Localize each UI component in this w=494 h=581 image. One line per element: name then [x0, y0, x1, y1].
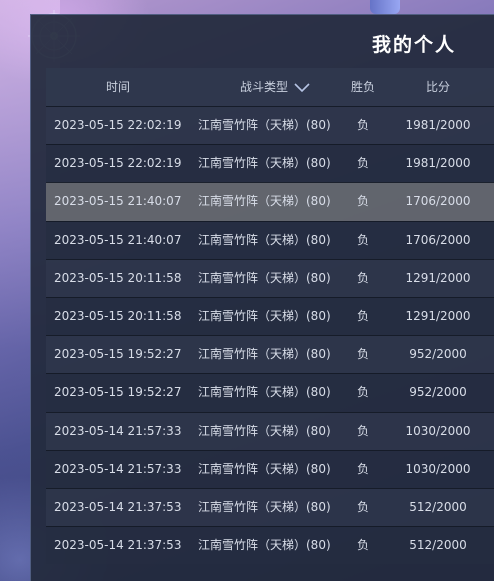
cell-battle-type: 江南雪竹阵（天梯）(80)	[198, 194, 331, 209]
cell-score: 1291/2000	[405, 308, 471, 323]
cell-time: 2023-05-15 20:11:58	[54, 308, 182, 323]
header-score: 比分	[425, 80, 450, 94]
cell-score: 952/2000	[409, 385, 467, 400]
cell-result: 负	[357, 270, 370, 285]
window-title: 我的个人	[372, 34, 457, 56]
cell-time: 2023-05-15 19:52:27	[54, 385, 182, 400]
cell-battle-type: 江南雪竹阵（天梯）(80)	[198, 538, 331, 553]
cell-result: 负	[357, 499, 370, 514]
cell-time: 2023-05-15 19:52:27	[54, 347, 182, 362]
cell-time: 2023-05-15 20:11:58	[54, 270, 182, 285]
cell-time: 2023-05-14 21:37:53	[54, 499, 182, 514]
cell-battle-type: 江南雪竹阵（天梯）(80)	[198, 499, 331, 514]
cell-battle-type: 江南雪竹阵（天梯）(80)	[198, 385, 331, 400]
cell-battle-type: 江南雪竹阵（天梯）(80)	[198, 423, 331, 438]
cell-score: 1030/2000	[405, 461, 471, 476]
cell-result: 负	[357, 385, 370, 400]
cell-result: 负	[357, 156, 370, 171]
cell-score: 1981/2000	[405, 156, 471, 171]
header-battle-type-label: 战斗类型	[240, 80, 289, 94]
cell-score: 952/2000	[409, 347, 467, 362]
cell-time: 2023-05-15 21:40:07	[54, 232, 182, 247]
cell-result: 负	[357, 423, 370, 438]
table-header: 时间 战斗类型 胜负 比分	[46, 68, 494, 106]
cell-score: 1030/2000	[405, 423, 471, 438]
table-row[interactable]: 2023-05-15 22:02:19 江南雪竹阵（天梯）(80) 负 1981/20…	[46, 144, 494, 183]
table-row[interactable]: 2023-05-14 21:37:53 江南雪竹阵（天梯）(80) 负 512/200…	[46, 526, 494, 565]
cell-time: 2023-05-14 21:57:33	[54, 461, 182, 476]
table-row[interactable]: 2023-05-15 19:52:27 江南雪竹阵（天梯）(80) 负 952/200…	[46, 373, 494, 412]
table-row[interactable]: 2023-05-14 21:57:33 江南雪竹阵（天梯）(80) 负 1030/20…	[46, 411, 494, 450]
cell-score: 1706/2000	[405, 194, 471, 209]
header-result: 胜负	[351, 80, 376, 94]
cell-battle-type: 江南雪竹阵（天梯）(80)	[198, 118, 331, 132]
cell-result: 负	[357, 308, 370, 323]
cell-result: 负	[357, 347, 370, 362]
table-row[interactable]: 2023-05-15 20:11:58 江南雪竹阵（天梯）(80) 负 1291/20…	[46, 296, 494, 336]
cell-result: 负	[357, 538, 370, 553]
cell-time: 2023-05-15 22:02:19	[54, 156, 182, 171]
table-body: 2023-05-15 22:02:19 江南雪竹阵（天梯）(80) 负 1981/20…	[46, 106, 494, 565]
table-row[interactable]: 2023-05-14 21:57:33 江南雪竹阵（天梯）(80) 负 1030/20…	[46, 449, 494, 488]
cell-result: 负	[357, 461, 370, 476]
header-battle-type[interactable]: 战斗类型	[240, 68, 310, 106]
table-row[interactable]: 2023-05-14 21:37:53 江南雪竹阵（天梯）(80) 负 512/200…	[46, 487, 494, 527]
cell-battle-type: 江南雪竹阵（天梯）(80)	[198, 461, 331, 476]
cell-score: 512/2000	[409, 538, 467, 553]
cell-time: 2023-05-14 21:37:53	[54, 538, 182, 553]
cell-time: 2023-05-15 21:40:07	[54, 194, 182, 209]
table-row[interactable]: 2023-05-15 22:02:19 江南雪竹阵（天梯）(80) 负 1981/20…	[46, 106, 494, 145]
cell-time: 2023-05-14 21:57:33	[54, 423, 182, 438]
cell-result: 负	[357, 194, 370, 209]
background-figure	[370, 0, 400, 14]
cell-score: 1981/2000	[405, 118, 471, 132]
cell-battle-type: 江南雪竹阵（天梯）(80)	[198, 347, 331, 362]
cell-battle-type: 江南雪竹阵（天梯）(80)	[198, 308, 331, 323]
table-row[interactable]: 2023-05-15 21:40:07 江南雪竹阵（天梯）(80) 负 1706/20…	[46, 182, 494, 221]
table-row[interactable]: 2023-05-15 19:52:27 江南雪竹阵（天梯）(80) 负 952/200…	[46, 335, 494, 374]
cell-result: 负	[357, 118, 370, 132]
cell-time: 2023-05-15 22:02:19	[54, 118, 182, 132]
cell-score: 1706/2000	[405, 232, 471, 247]
header-time: 时间	[106, 80, 131, 94]
chevron-down-icon[interactable]	[294, 82, 310, 93]
cell-battle-type: 江南雪竹阵（天梯）(80)	[198, 232, 331, 247]
battle-history-table: 时间 战斗类型 胜负 比分 2023-05-15 22:02:19 江南雪竹阵（天…	[46, 68, 494, 565]
table-row[interactable]: 2023-05-15 21:40:07 江南雪竹阵（天梯）(80) 负 1706/20…	[46, 220, 494, 259]
cell-score: 1291/2000	[405, 270, 471, 285]
cell-result: 负	[357, 232, 370, 247]
cell-battle-type: 江南雪竹阵（天梯）(80)	[198, 156, 331, 171]
table-row[interactable]: 2023-05-15 20:11:58 江南雪竹阵（天梯）(80) 负 1291/20…	[46, 258, 494, 297]
cell-score: 512/2000	[409, 499, 467, 514]
cell-battle-type: 江南雪竹阵（天梯）(80)	[198, 270, 331, 285]
